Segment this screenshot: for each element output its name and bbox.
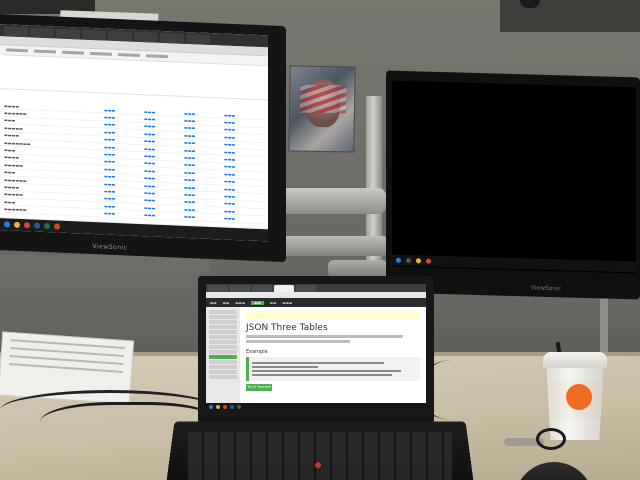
site-nav: ▬▬ ▬▬ ▬▬▬ ▬▬ ▬▬ ▬▬▬ <box>206 298 426 307</box>
browser-tab[interactable] <box>230 285 250 292</box>
bookmark[interactable] <box>34 49 56 54</box>
bookmark[interactable] <box>62 50 84 55</box>
page-title: JSON Three Tables <box>246 323 328 333</box>
cup-logo-icon <box>566 384 592 410</box>
right-monitor: ViewSonic <box>386 70 640 300</box>
browser-tab[interactable] <box>134 31 158 43</box>
bookmark[interactable] <box>118 53 140 57</box>
sidebar-item[interactable] <box>209 365 237 369</box>
left-monitor-brand: ViewSonic <box>92 243 128 252</box>
right-monitor-brand: ViewSonic <box>530 284 562 293</box>
browser-tab[interactable] <box>82 29 106 41</box>
folder-icon[interactable] <box>14 221 20 228</box>
key-fob <box>536 428 566 450</box>
nav-item[interactable]: ▬▬ <box>210 301 217 305</box>
start-icon[interactable] <box>396 257 401 263</box>
right-monitor-screen <box>392 80 636 274</box>
start-icon[interactable] <box>209 404 213 409</box>
laptop-screen: ▬▬ ▬▬ ▬▬▬ ▬▬ ▬▬ ▬▬▬ JSON Three Tables Ex… <box>206 284 426 410</box>
chrome-icon[interactable] <box>426 258 431 264</box>
word-icon[interactable] <box>34 222 40 229</box>
sidebar-item[interactable] <box>209 350 237 354</box>
page-body: JSON Three Tables Example Try it Yoursel… <box>206 307 426 410</box>
monitor-arm-lower <box>280 236 390 256</box>
browser-tab[interactable] <box>56 28 80 40</box>
sidebar-item[interactable] <box>209 375 237 379</box>
sidebar-item[interactable] <box>209 310 237 314</box>
photo-overlay <box>299 84 347 114</box>
sidebar-item[interactable] <box>209 370 237 374</box>
chrome-icon[interactable] <box>24 222 30 229</box>
start-icon[interactable] <box>4 221 10 228</box>
keyboard[interactable] <box>188 432 452 480</box>
nav-item-active[interactable]: ▬▬ <box>251 300 264 305</box>
browser-tab[interactable] <box>160 32 184 44</box>
code-line <box>252 366 318 368</box>
search-icon[interactable] <box>406 258 411 264</box>
code-example <box>246 357 420 381</box>
browser-tab[interactable] <box>4 26 28 38</box>
browser-tab[interactable] <box>296 285 316 292</box>
browser-tab[interactable] <box>252 285 272 292</box>
sidebar <box>206 307 240 410</box>
excel-icon[interactable] <box>237 404 241 409</box>
nav-item[interactable]: ▬▬ <box>223 301 230 305</box>
sidebar-item[interactable] <box>209 325 237 329</box>
nav-item[interactable]: ▬▬▬ <box>235 301 245 305</box>
sidebar-item[interactable] <box>209 340 237 344</box>
code-line <box>252 362 384 364</box>
word-icon[interactable] <box>230 404 234 409</box>
code-line <box>252 370 401 372</box>
example-heading: Example <box>246 349 268 355</box>
sidebar-item[interactable] <box>209 360 237 364</box>
wall-photo <box>288 65 356 153</box>
windows-taskbar <box>206 403 426 410</box>
nav-item[interactable]: ▬▬ <box>270 301 277 305</box>
note-box <box>246 311 420 319</box>
try-it-button[interactable]: Try it Yourself » <box>246 384 272 396</box>
sidebar-item[interactable] <box>209 345 237 349</box>
sidebar-item[interactable] <box>209 320 237 324</box>
sidebar-item-active[interactable] <box>209 355 237 359</box>
left-monitor: ▬▬▬▬ ▬▬▬ ▬▬▬ ▬▬▬ ▬▬▬ ▬▬▬▬▬▬ ▬▬▬ ▬▬▬ ▬▬▬ ▬▬▬ ▬▬▬ ▬… <box>0 13 286 263</box>
browser-tab[interactable] <box>208 285 228 292</box>
browser-tab-strip <box>206 284 426 292</box>
monitor-arm-upper <box>276 188 386 214</box>
excel-icon[interactable] <box>44 222 50 230</box>
left-monitor-screen: ▬▬▬▬ ▬▬▬ ▬▬▬ ▬▬▬ ▬▬▬ ▬▬▬▬▬▬ ▬▬▬ ▬▬▬ ▬▬▬ ▬▬▬ ▬▬▬ ▬… <box>0 24 268 242</box>
main-content: JSON Three Tables Example Try it Yoursel… <box>240 307 426 410</box>
bookmark[interactable] <box>90 51 112 56</box>
sidebar-item[interactable] <box>209 315 237 319</box>
sidebar-item[interactable] <box>209 330 237 334</box>
cup-lid <box>543 352 607 368</box>
ticket-table: ▬▬▬▬ ▬▬▬ ▬▬▬ ▬▬▬ ▬▬▬ ▬▬▬▬▬▬ ▬▬▬ ▬▬▬ ▬▬▬ ▬▬▬ ▬▬▬ ▬… <box>0 89 268 229</box>
trackpoint[interactable] <box>315 462 321 468</box>
powerpoint-icon[interactable] <box>54 223 60 230</box>
code-line <box>252 374 393 376</box>
browser-tab-active[interactable] <box>274 285 294 292</box>
paragraph-line <box>246 335 403 338</box>
paragraph-line <box>246 340 351 343</box>
paper-line <box>9 363 123 373</box>
folder-icon[interactable] <box>216 404 220 409</box>
chrome-icon[interactable] <box>223 404 227 409</box>
browser-tab[interactable] <box>186 33 210 45</box>
browser-tab[interactable] <box>30 27 54 39</box>
browser-tab[interactable] <box>108 30 132 42</box>
nav-item[interactable]: ▬▬▬ <box>282 301 292 305</box>
folder-icon[interactable] <box>416 258 421 264</box>
sidebar-item[interactable] <box>209 335 237 339</box>
bookmark[interactable] <box>6 48 28 53</box>
bookmark[interactable] <box>146 54 168 59</box>
